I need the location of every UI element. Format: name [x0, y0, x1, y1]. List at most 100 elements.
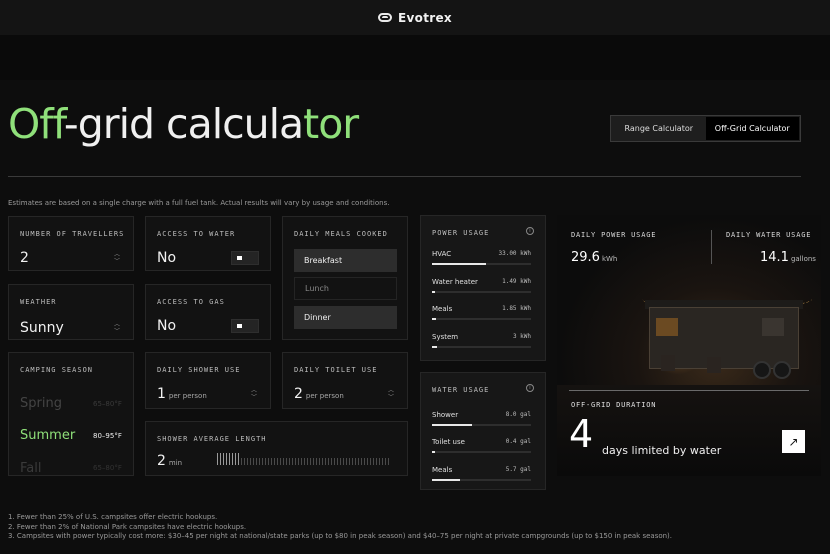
duration-label: OFF-GRID DURATION: [571, 401, 657, 409]
weather-card[interactable]: WEATHER Sunny ︿ ﹀: [8, 284, 134, 340]
season-option-spring[interactable]: Spring: [20, 396, 62, 411]
toilet-use-card[interactable]: DAILY TOILET USE 2 per person ︿ ﹀: [282, 352, 408, 409]
stepper-icon[interactable]: ︿ ﹀: [250, 387, 258, 401]
water-row-track: [432, 451, 531, 453]
water-row-track: [432, 424, 531, 426]
camp-chair: [661, 355, 675, 371]
slider-tick: [289, 458, 290, 465]
season-range-spring: 65–80°F: [93, 400, 122, 408]
water-access-value: No: [157, 250, 177, 266]
slider-tick: [295, 458, 296, 465]
meal-option-breakfast[interactable]: Breakfast: [294, 249, 397, 272]
evotrex-logo-icon[interactable]: [378, 13, 393, 22]
slider-tick: [355, 458, 356, 465]
title-part-middle: -grid calcula: [63, 100, 304, 148]
travellers-label: NUMBER OF TRAVELLERS: [20, 230, 125, 238]
season-card[interactable]: CAMPING SEASON Spring 65–80°F Summer 80–…: [8, 352, 134, 476]
water-usage-title: WATER USAGE: [432, 386, 490, 394]
shower-length-label: SHOWER AVERAGE LENGTH: [157, 435, 267, 443]
duration-value: 4: [569, 412, 594, 456]
slider-tick: [244, 458, 245, 465]
shower-use-number: 1: [157, 386, 166, 402]
shower-length-value: 2 min: [157, 453, 182, 469]
shower-use-value: 1 per person: [157, 386, 207, 402]
slider-tick: [271, 458, 272, 465]
slider-tick: [259, 458, 260, 465]
slider-tick: [319, 458, 320, 465]
shower-length-card[interactable]: SHOWER AVERAGE LENGTH 2 min: [145, 421, 408, 476]
info-icon[interactable]: i: [526, 227, 534, 235]
slider-tick: [217, 453, 218, 465]
power-row-fill: [432, 291, 435, 293]
slider-tick: [265, 458, 266, 465]
slider-tick: [337, 458, 338, 465]
toilet-use-value: 2 per person: [294, 386, 344, 402]
water-row-value: 8.0 gal: [505, 411, 531, 418]
power-usage-panel: POWER USAGE i HVAC 33.00 kWh Water heate…: [420, 215, 546, 361]
season-range-summer: 80–95°F: [93, 432, 122, 440]
tab-off-grid-calculator[interactable]: Off-Grid Calculator: [705, 117, 799, 140]
water-row-name: Toilet use: [432, 438, 465, 446]
season-label: CAMPING SEASON: [20, 366, 94, 374]
slider-tick: [379, 458, 380, 465]
meals-card: DAILY MEALS COOKED Breakfast Lunch Dinne…: [282, 216, 408, 340]
summary-divider: [711, 230, 712, 264]
stepper-icon[interactable]: ︿ ﹀: [387, 387, 395, 401]
water-access-toggle[interactable]: [231, 251, 259, 265]
season-option-fall[interactable]: Fall: [20, 461, 41, 475]
shower-use-card[interactable]: DAILY SHOWER USE 1 per person ︿ ﹀: [145, 352, 271, 409]
slider-tick: [301, 458, 302, 465]
slider-tick: [238, 453, 239, 465]
footnote: 2. Fewer than 2% of National Park campsi…: [8, 522, 247, 531]
slider-tick: [376, 458, 377, 465]
daily-power-value: 29.6 kWh: [571, 250, 617, 265]
weather-label: WEATHER: [20, 298, 57, 306]
slider-tick: [349, 458, 350, 465]
slider-tick: [298, 458, 299, 465]
slider-tick: [340, 458, 341, 465]
slider-tick: [382, 458, 383, 465]
gas-access-value: No: [157, 318, 177, 334]
toilet-use-label: DAILY TOILET USE: [294, 366, 378, 374]
slider-tick: [274, 458, 275, 465]
meal-option-lunch[interactable]: Lunch: [294, 277, 397, 300]
slider-tick: [352, 458, 353, 465]
slider-tick: [334, 458, 335, 465]
trailer-window: [656, 318, 678, 336]
water-row-name: Shower: [432, 411, 459, 419]
brand-name[interactable]: Evotrex: [398, 11, 452, 25]
meal-option-dinner[interactable]: Dinner: [294, 306, 397, 329]
footnote: 3. Campsites with power typically cost m…: [8, 532, 673, 540]
power-row-name: Water heater: [432, 278, 478, 286]
top-nav-bar: Evotrex: [0, 0, 830, 35]
trailer-wheel: [773, 361, 791, 379]
slider-tick: [256, 458, 257, 465]
shower-length-slider[interactable]: [217, 453, 397, 465]
slider-tick: [307, 458, 308, 465]
slider-tick: [367, 458, 368, 465]
arrow-up-right-icon[interactable]: ↗: [782, 430, 805, 453]
slider-tick: [325, 458, 326, 465]
daily-power-number: 29.6: [571, 250, 600, 265]
slider-tick: [322, 458, 323, 465]
stepper-icon[interactable]: ︿ ﹀: [113, 321, 121, 335]
power-row-track: [432, 346, 531, 348]
daily-power-unit: kWh: [601, 255, 618, 263]
slider-tick: [268, 458, 269, 465]
stepper-icon[interactable]: ︿ ﹀: [113, 251, 121, 265]
info-icon[interactable]: i: [526, 384, 534, 392]
slider-tick: [310, 458, 311, 465]
weather-value: Sunny: [20, 320, 64, 336]
travellers-card[interactable]: NUMBER OF TRAVELLERS 2 ︿ ﹀: [8, 216, 134, 271]
slider-tick: [343, 458, 344, 465]
season-option-summer[interactable]: Summer: [20, 428, 75, 443]
power-row-track: [432, 318, 531, 320]
slider-tick: [232, 453, 233, 465]
slider-tick: [304, 458, 305, 465]
trailer-window: [762, 318, 784, 336]
gas-access-toggle[interactable]: [231, 319, 259, 333]
tab-range-calculator[interactable]: Range Calculator: [612, 117, 706, 140]
travellers-value: 2: [20, 250, 29, 266]
power-row-value: 1.49 kWh: [502, 278, 531, 285]
daily-power-label: DAILY POWER USAGE: [571, 231, 657, 239]
